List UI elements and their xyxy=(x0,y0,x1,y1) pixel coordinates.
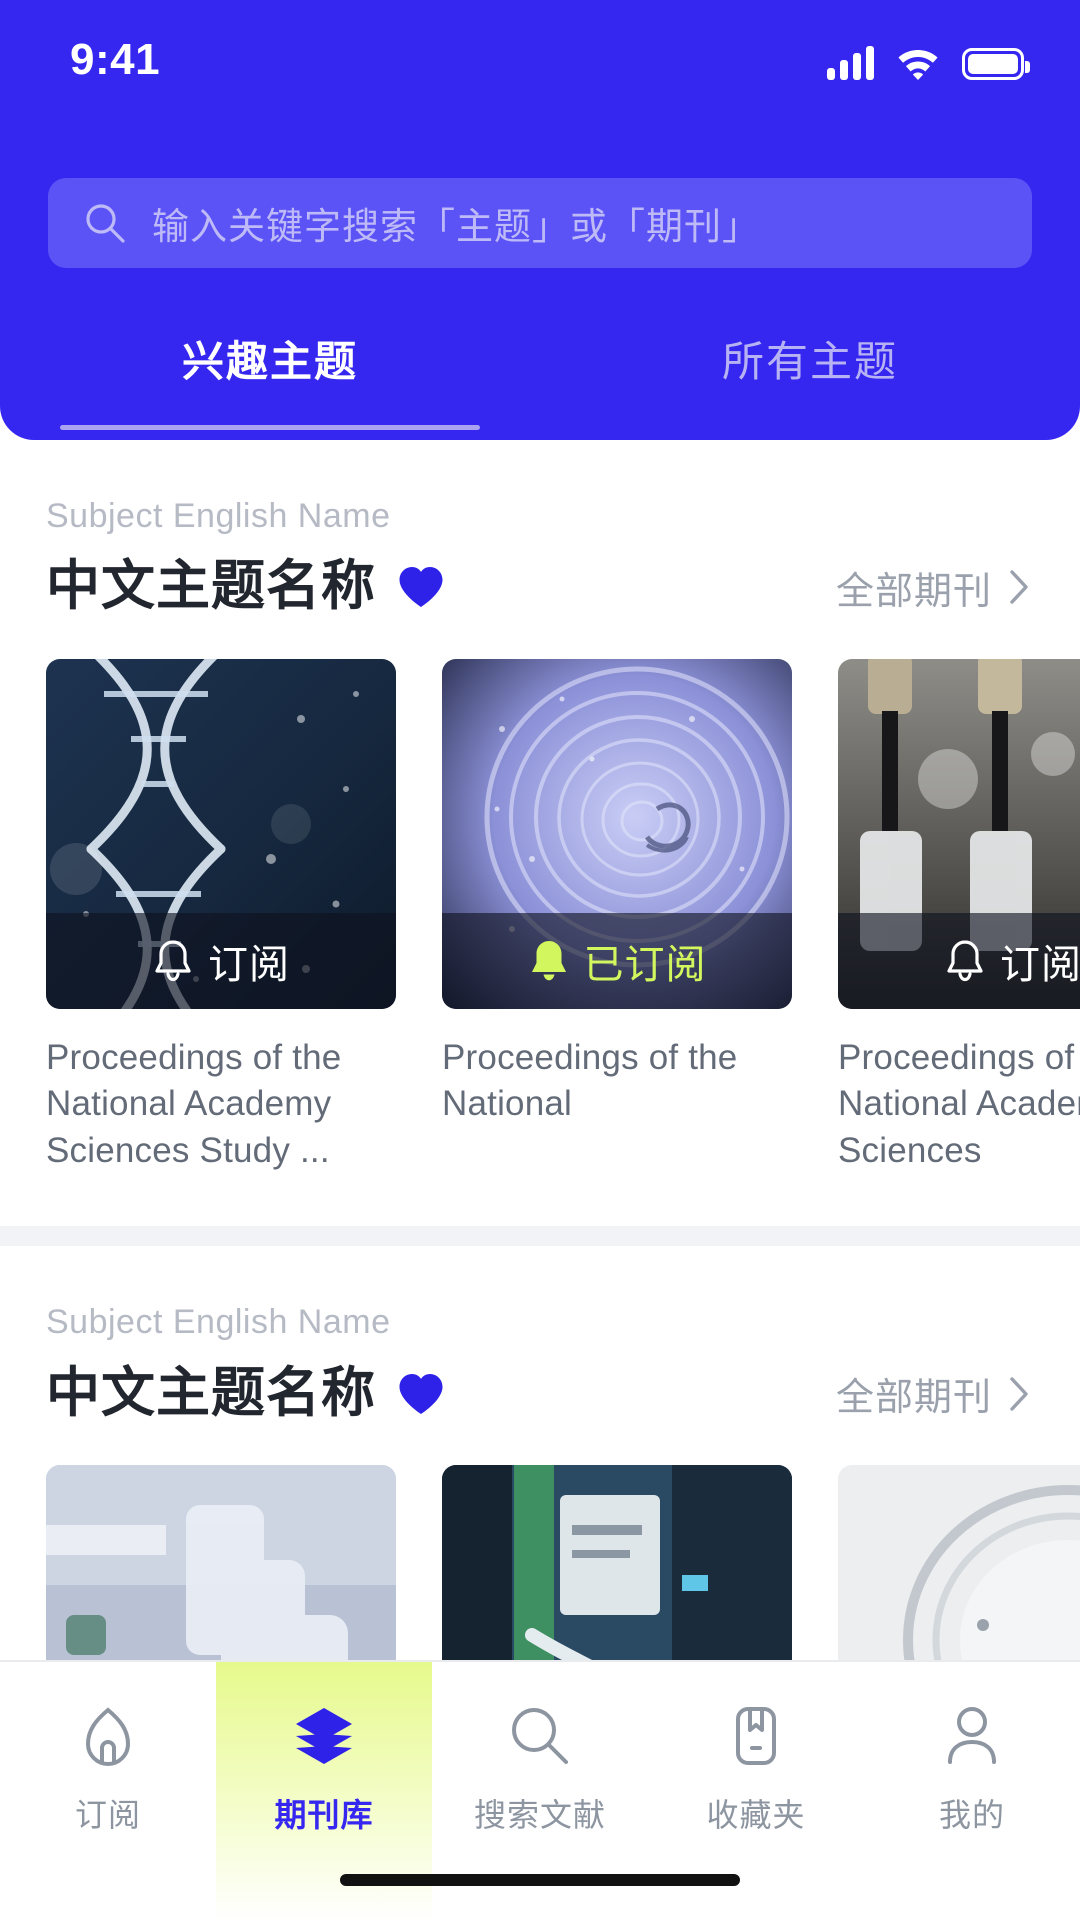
tab-active-underline xyxy=(60,425,480,430)
view-all-journals-button[interactable]: 全部期刊 xyxy=(836,1366,1034,1421)
tab-all-topics[interactable]: 所有主题 xyxy=(540,320,1080,430)
nav-label: 搜索文献 xyxy=(473,1797,606,1833)
journal-cover-image: 已订阅 xyxy=(442,658,792,1009)
home-icon xyxy=(76,1704,140,1768)
chevron-right-icon xyxy=(1008,1376,1030,1412)
nav-label: 订阅 xyxy=(74,1797,141,1833)
subject-section: Subject English Name 中文主题名称 全部期刊 xyxy=(0,1246,1080,1660)
chevron-right-icon xyxy=(1008,569,1030,605)
section-title-group: 中文主题名称 xyxy=(46,556,444,617)
nav-item-subscriptions[interactable]: 订阅 xyxy=(0,1662,216,1920)
journal-cover-image xyxy=(838,1465,1080,1660)
journal-card[interactable] xyxy=(838,1465,1080,1660)
bookmark-icon xyxy=(724,1704,788,1768)
subscribe-badge[interactable]: 订阅 xyxy=(838,912,1080,1009)
heart-icon[interactable] xyxy=(398,566,444,608)
journal-card[interactable]: 已订阅 Proceedings of the National xyxy=(442,658,792,1175)
content-scroll-area[interactable]: Subject English Name 中文主题名称 全部期刊 订阅 Proc… xyxy=(0,440,1080,1660)
petri-dish-photo xyxy=(838,1465,1080,1660)
nav-label: 收藏夹 xyxy=(706,1797,806,1833)
wifi-icon xyxy=(896,46,940,80)
layers-icon xyxy=(292,1704,356,1768)
view-all-journals-button[interactable]: 全部期刊 xyxy=(836,560,1034,615)
tab-active-underline xyxy=(600,425,1020,430)
journal-card-title: Proceedings of the National Academy Scie… xyxy=(838,1037,1080,1170)
battery-icon xyxy=(962,48,1030,80)
app-header: 9:41 输入关键字搜索「主题」或「期刊」 兴趣主题 所有主题 xyxy=(0,0,1080,440)
signal-bars-icon xyxy=(827,46,874,80)
view-all-journals-label: 全部期刊 xyxy=(835,1377,992,1419)
home-indicator xyxy=(340,1874,740,1886)
nav-label: 我的 xyxy=(938,1797,1005,1833)
vials-photo xyxy=(46,1465,396,1660)
bell-outline-icon xyxy=(152,938,194,984)
heart-icon[interactable] xyxy=(398,1373,444,1415)
person-icon xyxy=(940,1704,1004,1768)
bell-filled-icon xyxy=(528,938,570,984)
nav-item-profile[interactable]: 我的 xyxy=(864,1662,1080,1920)
journal-card[interactable] xyxy=(46,1465,396,1660)
section-header: Subject English Name 中文主题名称 全部期刊 xyxy=(0,440,1080,617)
status-bar: 9:41 xyxy=(0,0,1080,120)
subject-section: Subject English Name 中文主题名称 全部期刊 xyxy=(0,440,1080,1247)
journal-card-strip[interactable]: 订阅 Proceedings of the National Academy S… xyxy=(0,617,1080,1175)
journal-card[interactable] xyxy=(442,1465,792,1660)
bell-outline-icon xyxy=(944,938,986,984)
section-english-name: Subject English Name xyxy=(46,1303,391,1342)
topic-tabs: 兴趣主题 所有主题 xyxy=(0,320,1080,430)
subscribe-badge-label: 订阅 xyxy=(1000,942,1080,987)
journal-card[interactable]: 订阅 Proceedings of the National Academy S… xyxy=(46,658,396,1175)
lab-machine-photo xyxy=(442,1465,792,1660)
nav-label: 期刊库 xyxy=(274,1797,374,1833)
journal-card-title: Proceedings of the National Academy Scie… xyxy=(46,1037,342,1170)
journal-card-strip[interactable] xyxy=(0,1423,1080,1660)
section-divider xyxy=(0,1226,1080,1247)
section-header: Subject English Name 中文主题名称 全部期刊 xyxy=(0,1246,1080,1423)
search-placeholder: 输入关键字搜索「主题」或「期刊」 xyxy=(152,206,760,247)
bottom-navigation-bar: 订阅 期刊库 搜索文献 收藏夹 我的 xyxy=(0,1660,1080,1920)
journal-cover-image xyxy=(46,1465,396,1660)
journal-cover-image xyxy=(442,1465,792,1660)
search-icon xyxy=(508,1704,572,1768)
status-bar-clock: 9:41 xyxy=(70,35,161,84)
subscribe-badge[interactable]: 订阅 xyxy=(46,912,396,1009)
status-bar-icons xyxy=(827,40,1030,80)
section-english-name: Subject English Name xyxy=(46,497,391,535)
view-all-journals-label: 全部期刊 xyxy=(835,570,992,613)
journal-cover-image: 订阅 xyxy=(46,658,396,1009)
section-title-group: 中文主题名称 xyxy=(46,1362,444,1423)
journal-card[interactable]: 订阅 Proceedings of the National Academy S… xyxy=(838,658,1080,1175)
tab-label: 兴趣主题 xyxy=(181,338,358,385)
search-icon xyxy=(84,202,126,244)
tab-interest-topics[interactable]: 兴趣主题 xyxy=(0,320,540,430)
journal-cover-image: 订阅 xyxy=(838,658,1080,1009)
subscribed-badge-label: 已订阅 xyxy=(583,942,707,987)
subscribe-badge-label: 订阅 xyxy=(208,942,290,987)
journal-card-title: Proceedings of the National xyxy=(442,1037,738,1124)
tab-label: 所有主题 xyxy=(721,338,898,385)
section-chinese-name: 中文主题名称 xyxy=(46,556,376,617)
subscribed-badge[interactable]: 已订阅 xyxy=(442,912,792,1009)
section-chinese-name: 中文主题名称 xyxy=(46,1362,376,1423)
search-bar[interactable]: 输入关键字搜索「主题」或「期刊」 xyxy=(48,178,1032,268)
